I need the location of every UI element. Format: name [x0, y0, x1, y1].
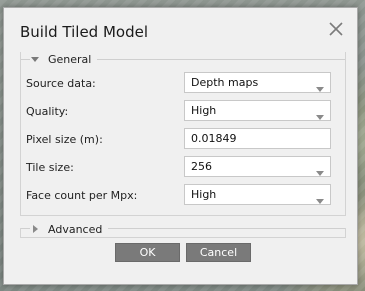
- chevron-right-icon: [30, 224, 40, 234]
- pixel-size-input[interactable]: 0.01849: [184, 128, 331, 149]
- general-section-label: General: [48, 52, 92, 66]
- dialog-title: Build Tiled Model: [20, 23, 149, 41]
- ok-button[interactable]: OK: [115, 243, 180, 262]
- quality-select[interactable]: High: [184, 100, 331, 121]
- close-icon[interactable]: [327, 20, 345, 38]
- source-data-select[interactable]: Depth maps: [184, 72, 331, 93]
- chevron-down-icon: [30, 54, 40, 64]
- face-count-value: High: [191, 188, 217, 201]
- pixel-size-value: 0.01849: [191, 132, 237, 145]
- advanced-section-header[interactable]: Advanced: [30, 221, 109, 237]
- tile-size-select[interactable]: 256: [184, 156, 331, 177]
- pixel-size-label: Pixel size (m):: [26, 133, 103, 146]
- cancel-button[interactable]: Cancel: [186, 243, 251, 262]
- source-data-label: Source data:: [26, 77, 96, 90]
- quality-label: Quality:: [26, 105, 69, 118]
- advanced-section-label: Advanced: [48, 222, 103, 236]
- tile-size-label: Tile size:: [26, 161, 74, 174]
- dropdown-arrow-icon: [316, 192, 324, 204]
- tile-size-value: 256: [191, 160, 212, 173]
- face-count-label: Face count per Mpx:: [26, 189, 138, 202]
- face-count-select[interactable]: High: [184, 184, 331, 205]
- dropdown-arrow-icon: [316, 80, 324, 92]
- dropdown-arrow-icon: [316, 108, 324, 120]
- general-section-header[interactable]: General: [30, 51, 98, 67]
- dropdown-arrow-icon: [316, 164, 324, 176]
- quality-value: High: [191, 104, 217, 117]
- source-data-value: Depth maps: [191, 76, 259, 89]
